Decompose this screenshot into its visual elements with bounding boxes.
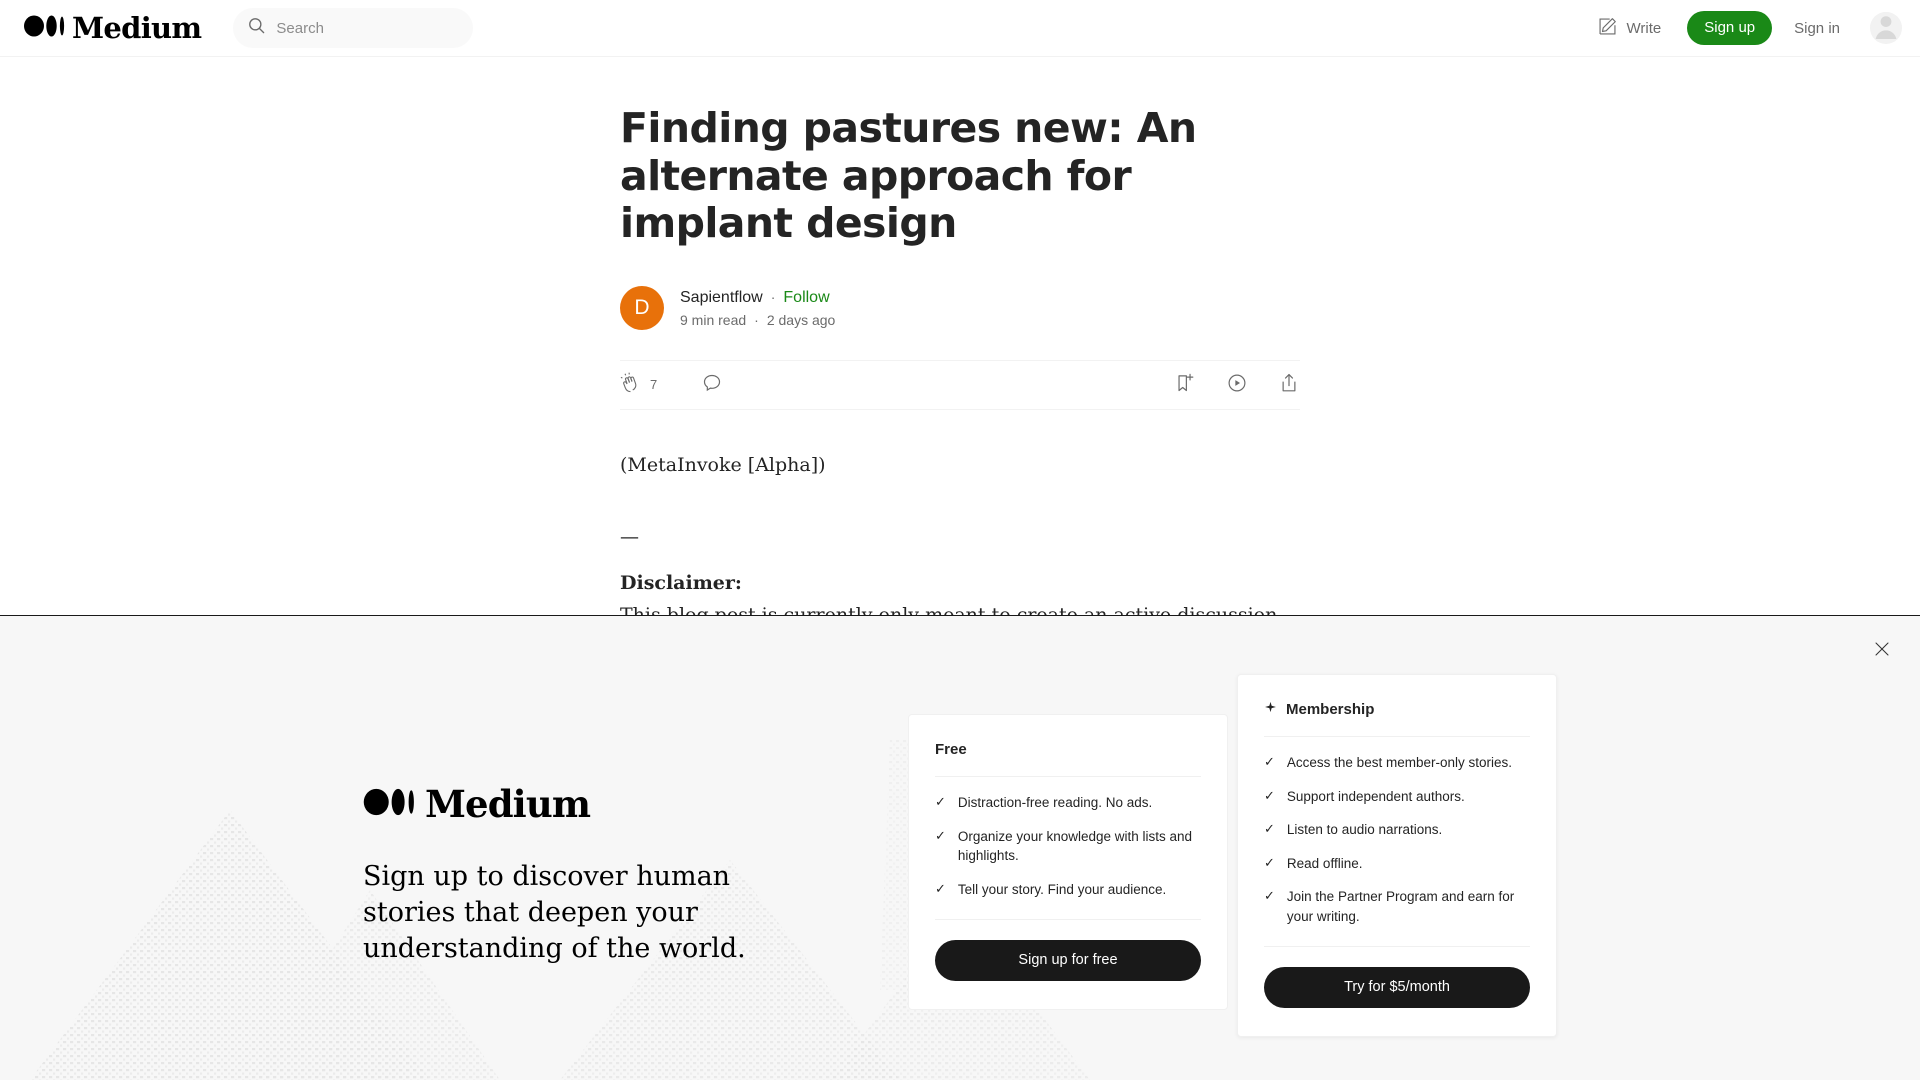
- listen-button[interactable]: [1226, 372, 1248, 397]
- header-actions: Write Sign up Sign in: [1585, 8, 1902, 49]
- divider: [935, 919, 1201, 921]
- search-icon: [247, 16, 266, 40]
- pencil-square-icon: [1597, 16, 1618, 41]
- write-button-label: Write: [1626, 19, 1662, 37]
- disclaimer-heading: Disclaimer:: [620, 571, 742, 594]
- comment-icon: [701, 372, 723, 397]
- medium-logo-icon: [363, 787, 417, 822]
- signin-button[interactable]: Sign in: [1780, 12, 1854, 45]
- divider: [1264, 736, 1530, 737]
- check-icon: ✓: [1264, 787, 1275, 803]
- check-icon: ✓: [1264, 821, 1275, 837]
- search-input[interactable]: [276, 19, 460, 37]
- feature-text: Distraction-free reading. No ads.: [957, 795, 1153, 810]
- author-name[interactable]: Sapientflow: [680, 287, 763, 309]
- plan-card-free-features: ✓ Distraction-free reading. No ads. ✓ Or…: [935, 793, 1201, 899]
- check-icon: ✓: [1264, 854, 1275, 870]
- search-box[interactable]: [233, 8, 474, 48]
- plan-card-free: Free ✓ Distraction-free reading. No ads.…: [908, 714, 1228, 1011]
- plan-card-membership: Membership ✓ Access the best member-only…: [1237, 674, 1557, 1038]
- write-button[interactable]: Write: [1585, 8, 1674, 49]
- medium-logo-icon: [24, 14, 66, 43]
- clap-count: 7: [650, 377, 658, 393]
- banner-logo-text: Medium: [425, 782, 591, 826]
- medium-logo-text: Medium: [72, 10, 202, 45]
- signup-banner: Medium Sign up to discover human stories…: [0, 615, 1920, 1080]
- site-header: Medium Write Sign up Sign in: [0, 0, 1920, 57]
- list-item: ✓ Listen to audio narrations.: [1264, 820, 1530, 840]
- banner-intro: Medium Sign up to discover human stories…: [363, 786, 793, 967]
- list-item: ✓ Tell your story. Find your audience.: [935, 880, 1201, 900]
- banner-content: Medium Sign up to discover human stories…: [0, 616, 1920, 1080]
- clap-icon: [620, 372, 642, 397]
- check-icon: ✓: [935, 880, 946, 896]
- avatar[interactable]: [1870, 12, 1902, 44]
- list-item: ✓ Join the Partner Program and earn for …: [1264, 887, 1530, 926]
- divider: [935, 776, 1201, 777]
- share-button[interactable]: [1278, 372, 1300, 397]
- check-icon: ✓: [1264, 888, 1275, 904]
- body-paragraph-meta: (MetaInvoke [Alpha]): [620, 453, 826, 476]
- divider: [1264, 946, 1530, 948]
- feature-text: Join the Partner Program and earn for yo…: [1286, 889, 1515, 924]
- feature-text: Organize your knowledge with lists and h…: [957, 828, 1193, 864]
- feature-text: Read offline.: [1286, 855, 1363, 871]
- plan-card-membership-title: Membership: [1264, 701, 1530, 718]
- list-item: ✓ Distraction-free reading. No ads.: [935, 793, 1201, 813]
- list-item: ✓ Support independent authors.: [1264, 787, 1530, 807]
- clap-button[interactable]: 7: [620, 372, 657, 397]
- article-container: Finding pastures new: An alternate appro…: [0, 57, 1920, 690]
- follow-button[interactable]: Follow: [783, 287, 829, 309]
- author-avatar[interactable]: D: [620, 285, 664, 330]
- check-icon: ✓: [935, 827, 946, 843]
- feature-text: Access the best member-only stories.: [1286, 755, 1512, 770]
- plan-card-free-title-text: Free: [935, 741, 967, 758]
- list-item: ✓ Organize your knowledge with lists and…: [935, 827, 1201, 866]
- feature-text: Support independent authors.: [1286, 788, 1465, 804]
- read-time: 9 min read: [680, 312, 747, 329]
- list-item: ✓ Access the best member-only stories.: [1264, 753, 1530, 773]
- check-icon: ✓: [935, 794, 946, 809]
- banner-medium-logo: Medium: [363, 786, 793, 823]
- signup-button[interactable]: Sign up: [1687, 11, 1773, 45]
- medium-logo[interactable]: Medium: [24, 10, 202, 45]
- page-title: Finding pastures new: An alternate appro…: [620, 104, 1197, 248]
- plan-card-membership-features: ✓ Access the best member-only stories. ✓…: [1264, 753, 1530, 926]
- byline-separator-2: ·: [754, 312, 759, 329]
- sparkle-icon: [1264, 701, 1277, 718]
- comment-button[interactable]: [701, 372, 723, 397]
- share-icon: [1278, 372, 1300, 397]
- check-icon: ✓: [1264, 754, 1275, 769]
- feature-text: Tell your story. Find your audience.: [957, 881, 1167, 897]
- play-circle-icon: [1226, 372, 1248, 397]
- plan-card-membership-title-text: Membership: [1286, 701, 1375, 718]
- body-separator: —: [620, 525, 639, 548]
- try-membership-button[interactable]: Try for $5/month: [1264, 967, 1530, 1009]
- plan-card-free-title: Free: [935, 741, 1201, 758]
- user-avatar-icon: [1870, 12, 1902, 44]
- byline: D Sapientflow · Follow 9 min read · 2 da…: [620, 285, 1300, 330]
- byline-separator: ·: [770, 289, 776, 306]
- article-action-bar: 7: [620, 359, 1300, 410]
- bookmark-add-icon: [1174, 372, 1196, 397]
- signup-free-button[interactable]: Sign up for free: [935, 940, 1201, 982]
- banner-headline: Sign up to discover human stories that d…: [363, 861, 746, 964]
- bookmark-button[interactable]: [1174, 372, 1196, 397]
- feature-text: Listen to audio narrations.: [1286, 822, 1443, 838]
- list-item: ✓ Read offline.: [1264, 854, 1530, 874]
- published-date: 2 days ago: [766, 312, 836, 329]
